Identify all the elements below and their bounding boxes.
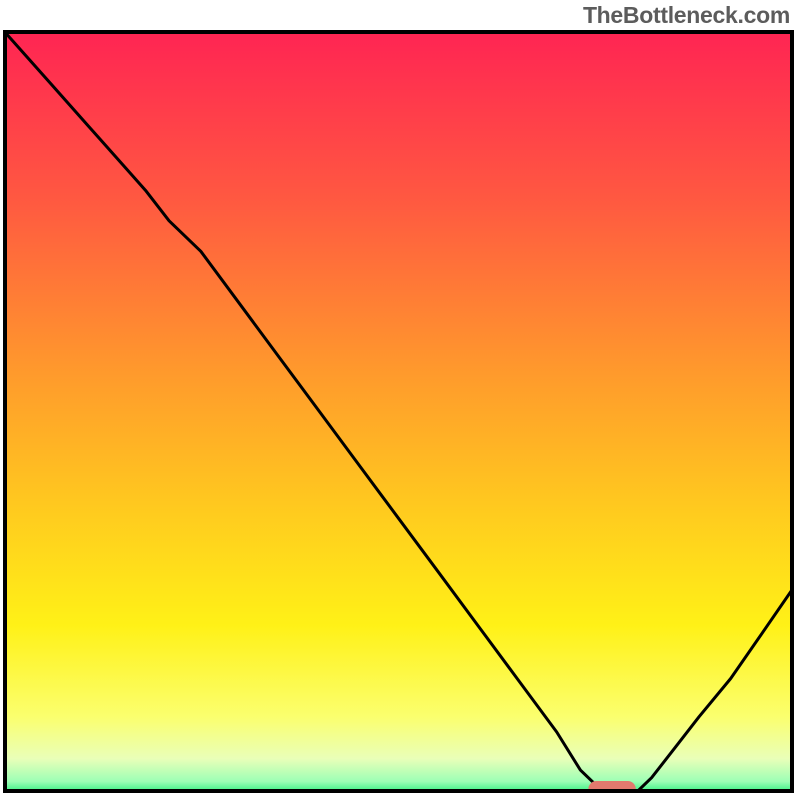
chart-frame: TheBottleneck.com — [0, 0, 800, 800]
gradient-background — [3, 30, 794, 793]
bottleneck-plot — [3, 30, 794, 793]
watermark-text: TheBottleneck.com — [583, 2, 790, 29]
